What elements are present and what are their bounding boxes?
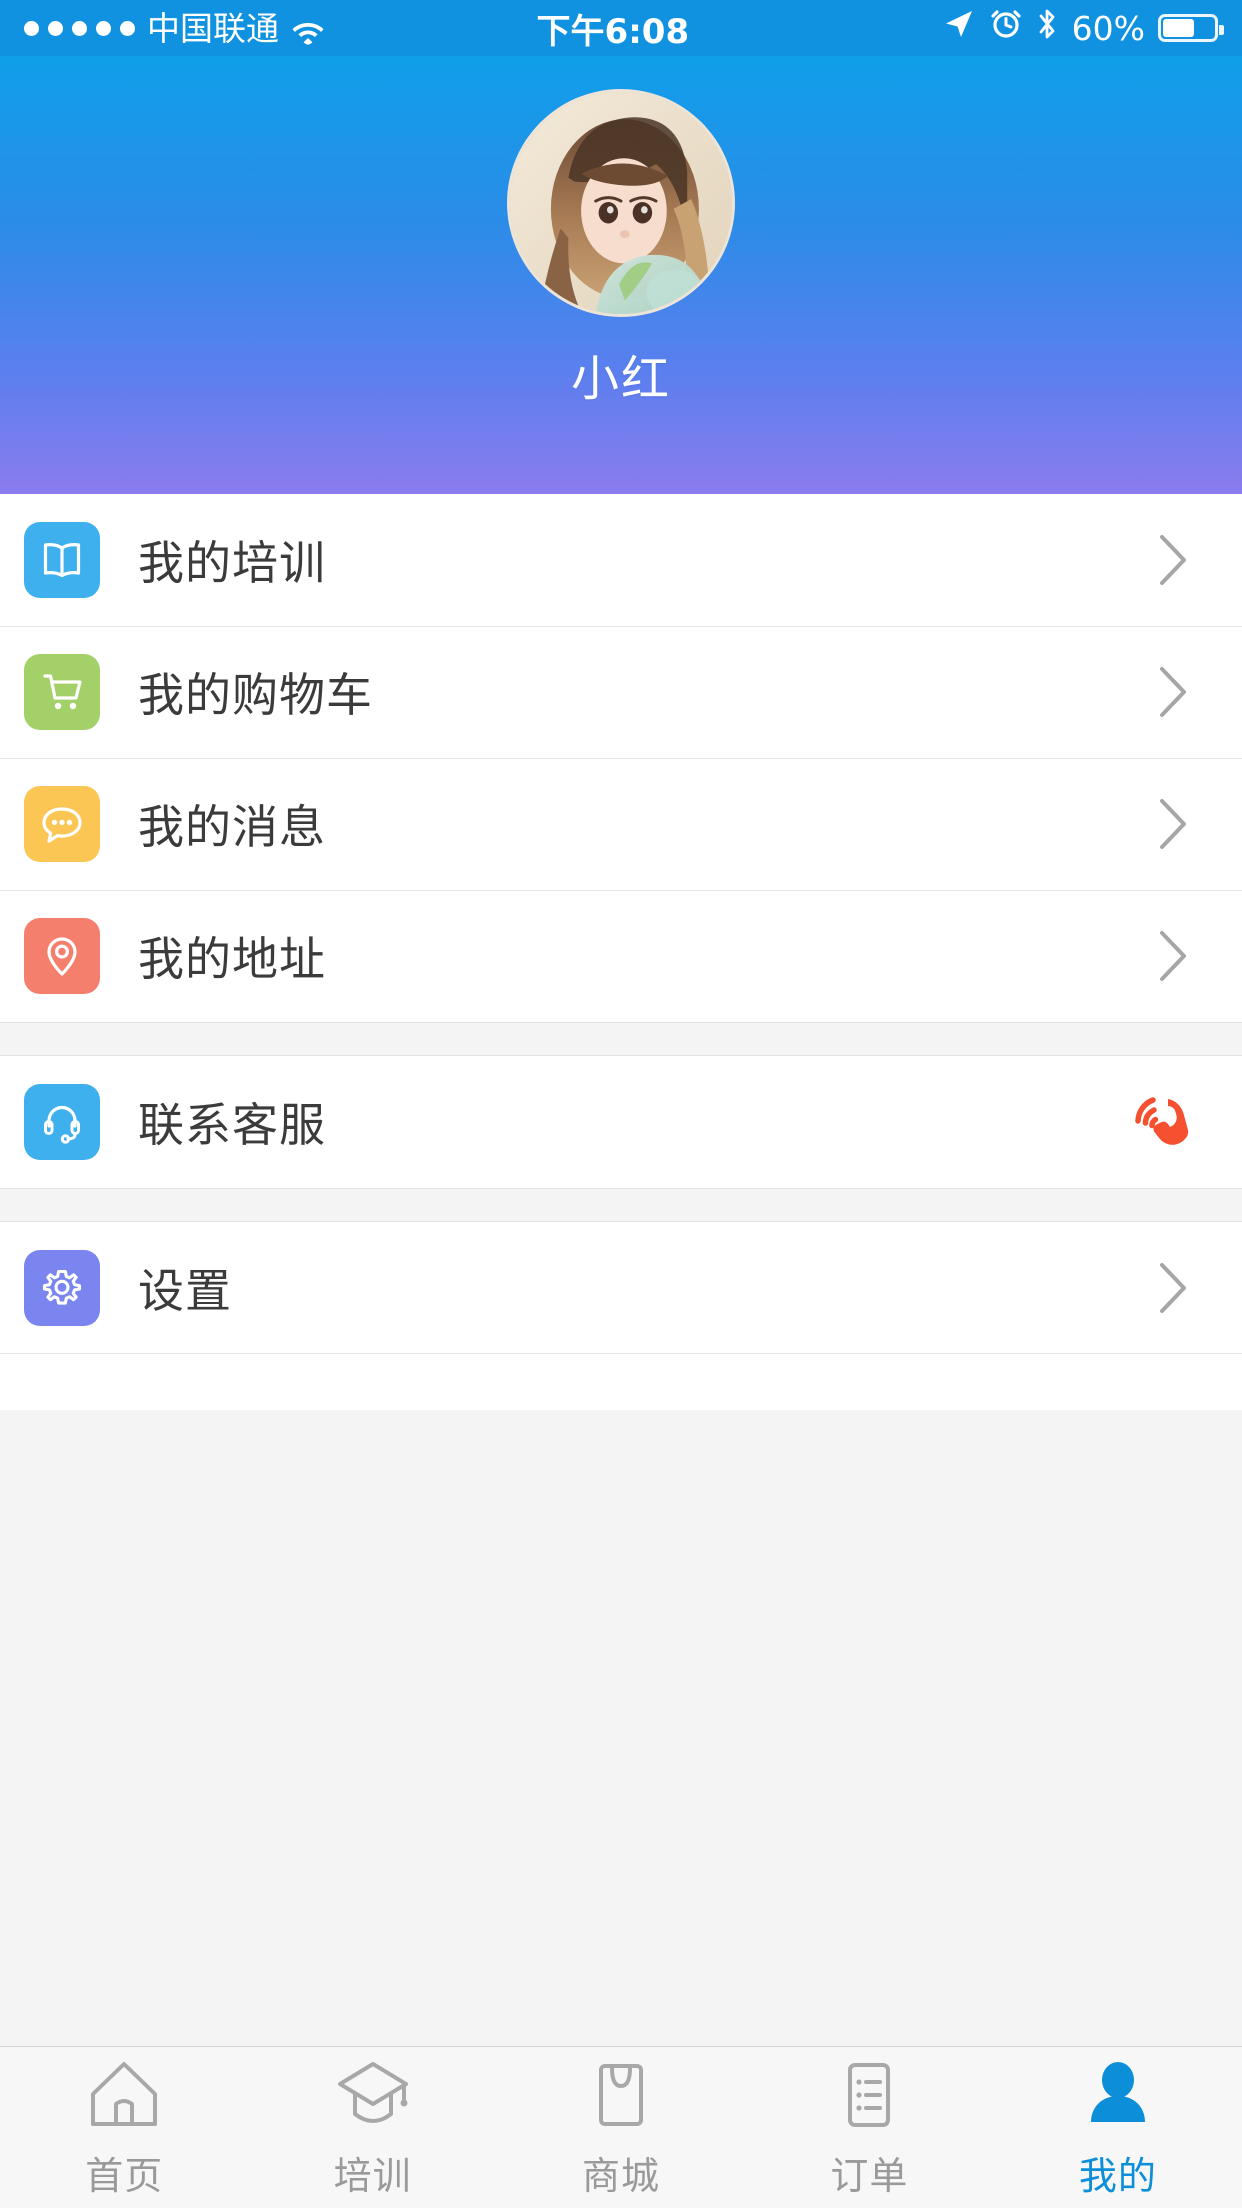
menu-item-label: 我的消息 (138, 800, 326, 854)
tab-home[interactable]: 首页 (0, 2047, 248, 2208)
menu-item-settings[interactable]: 设置 (0, 1222, 1242, 1354)
menu-group-1: 我的培训 我的购物车 我的消息 我的地址 (0, 494, 1242, 1022)
menu-item-my-address[interactable]: 我的地址 (0, 890, 1242, 1022)
menu-item-label: 我的购物车 (138, 668, 373, 722)
menu-item-label: 设置 (138, 1264, 232, 1318)
chevron-right-icon (1156, 1260, 1190, 1316)
chevron-right-icon (1156, 664, 1190, 720)
group-divider (0, 1188, 1242, 1222)
gear-icon (24, 1250, 100, 1326)
menu-list: 我的培训 我的购物车 我的消息 我的地址 联系客服 设置 (0, 494, 1242, 1354)
battery-icon (1158, 14, 1224, 42)
status-bar-time: 下午6:08 (536, 11, 690, 52)
bottom-navigation: 首页 培训 商城 订单 我的 (0, 2046, 1242, 2208)
headset-icon (24, 1084, 100, 1160)
home-icon (85, 2056, 163, 2132)
graduation-cap-icon (334, 2056, 412, 2132)
carrier-name: 中国联通 (147, 8, 279, 48)
user-name: 小红 (570, 351, 671, 407)
tab-label: 培训 (333, 2153, 412, 2198)
person-icon (1079, 2056, 1157, 2132)
status-bar-left: 中国联通 (24, 12, 325, 45)
tab-profile[interactable]: 我的 (994, 2047, 1242, 2208)
map-pin-icon (24, 918, 100, 994)
group-divider (0, 1022, 1242, 1056)
menu-item-label: 我的地址 (138, 932, 326, 986)
location-arrow-icon (941, 6, 977, 51)
user-avatar[interactable] (507, 89, 735, 317)
shopping-cart-icon (24, 654, 100, 730)
tab-orders[interactable]: 订单 (745, 2047, 993, 2208)
chevron-right-icon (1156, 532, 1190, 588)
chat-bubble-icon (24, 786, 100, 862)
menu-item-contact-support[interactable]: 联系客服 (0, 1056, 1242, 1188)
status-bar-right: 60% (941, 6, 1224, 51)
signal-strength-icon (24, 20, 135, 36)
menu-item-label: 我的培训 (138, 536, 326, 590)
order-list-icon (830, 2056, 908, 2132)
shopping-bag-icon (582, 2056, 660, 2132)
chevron-right-icon (1156, 796, 1190, 852)
battery-percentage: 60% (1071, 8, 1145, 48)
tab-label: 订单 (830, 2153, 909, 2198)
menu-item-my-cart[interactable]: 我的购物车 (0, 626, 1242, 758)
menu-item-label: 联系客服 (138, 1098, 326, 1152)
menu-item-my-messages[interactable]: 我的消息 (0, 758, 1242, 890)
chevron-right-icon (1156, 928, 1190, 984)
tab-label: 首页 (85, 2153, 164, 2198)
phone-call-icon[interactable] (1122, 1086, 1194, 1158)
menu-group-2: 联系客服 (0, 1056, 1242, 1188)
menu-group-3: 设置 (0, 1222, 1242, 1354)
menu-item-my-training[interactable]: 我的培训 (0, 494, 1242, 626)
book-icon (24, 522, 100, 598)
app-root: 中国联通 下午6:08 60% 小红 我的培训 我的购物车 我的消息 我的地址 … (0, 0, 1242, 2208)
alarm-clock-icon (990, 8, 1022, 49)
tab-mall[interactable]: 商城 (497, 2047, 745, 2208)
status-bar: 中国联通 下午6:08 60% (0, 0, 1242, 56)
wifi-icon (291, 15, 325, 45)
content-filler (0, 1410, 1242, 2046)
tab-training[interactable]: 培训 (248, 2047, 496, 2208)
profile-header: 小红 (0, 56, 1242, 494)
tab-label: 商城 (582, 2153, 661, 2198)
bluetooth-icon (1035, 7, 1059, 50)
tab-label: 我的 (1078, 2153, 1157, 2198)
